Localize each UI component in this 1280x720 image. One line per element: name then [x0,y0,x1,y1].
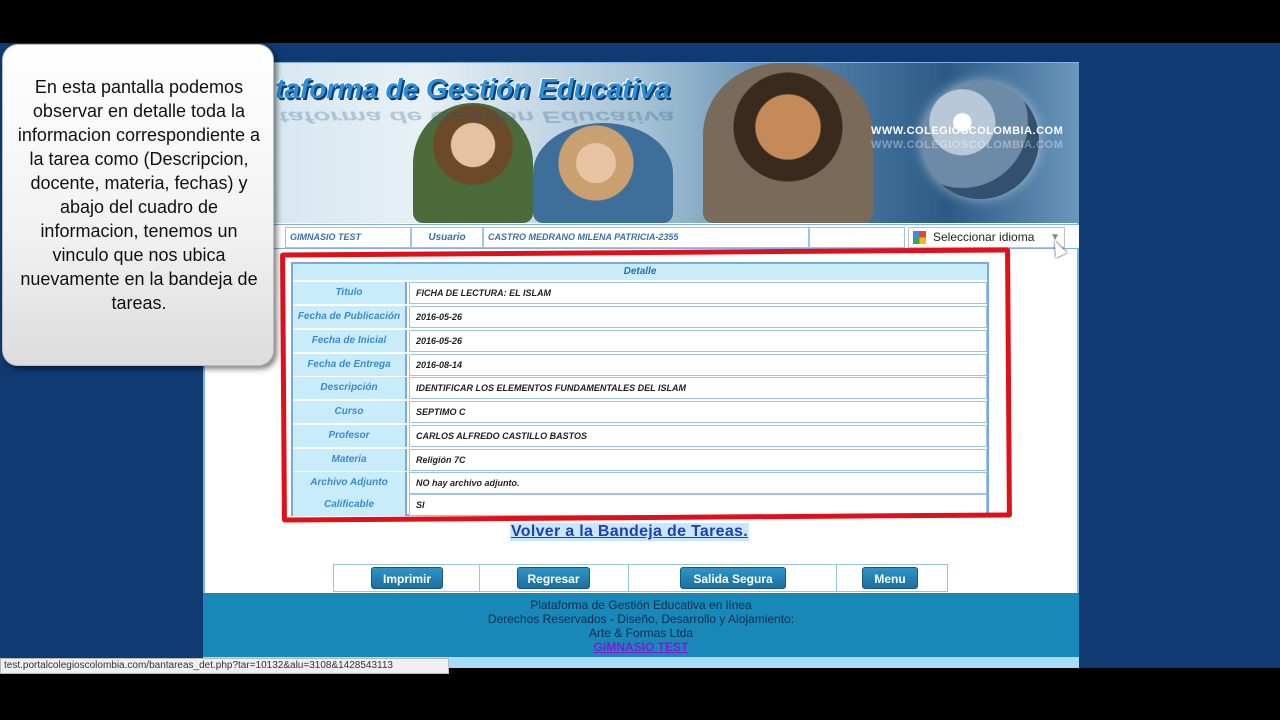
banner-website-reflection: WWW.COLEGIOSCOLOMBIA.COM [871,139,1064,151]
header-banner: taforma de Gestión Educativa taforma de … [203,63,1079,223]
user-info-bar: GIMNASIO TEST Usuario CASTRO MEDRANO MIL… [203,224,1079,249]
user-bar-spacer [809,227,905,248]
school-name: GIMNASIO TEST [285,227,411,248]
banner-photo-child-2 [533,123,673,223]
language-select[interactable]: Seleccionar idioma ▼ [908,227,1065,248]
user-name: CASTRO MEDRANO MILENA PATRICIA-2355 [483,227,809,248]
logout-button[interactable]: Salida Segura [680,567,786,589]
language-select-label: Seleccionar idioma [933,230,1035,244]
print-button[interactable]: Imprimir [371,567,443,589]
button-cell: Imprimir [334,565,480,591]
button-cell: Salida Segura [629,565,837,591]
callout-text: En esta pantalla podemos observar en det… [17,77,261,313]
banner-title-reflection: taforma de Gestión Educativa [279,108,675,127]
footer-line-2: Derechos Reservados - Diseño, Desarrollo… [487,612,795,626]
page-footer: Plataforma de Gestión Educativa en línea… [203,593,1079,657]
highlight-annotation-box [280,247,1012,523]
google-translate-icon [913,231,926,244]
user-label: Usuario [411,227,483,248]
footer-line-1: Plataforma de Gestión Educativa en línea [530,598,752,612]
footer-line-3: Arte & Formas Ltda [588,626,694,640]
button-cell: Menu [837,565,947,591]
button-cell: Regresar [480,565,629,591]
banner-photo-child-3 [703,63,873,223]
banner-title: taforma de Gestión Educativa [275,73,671,104]
banner-website: WWW.COLEGIOSCOLOMBIA.COM [871,125,1064,137]
video-letterbox-bottom [0,668,1280,720]
back-to-task-tray-link[interactable]: Volver a la Bandeja de Tareas. [510,523,749,541]
action-button-bar: Imprimir Regresar Salida Segura Menu [333,564,948,592]
video-letterbox-top [0,0,1280,43]
back-button[interactable]: Regresar [517,567,590,589]
footer-school-link[interactable]: GIMNASIO TEST [203,640,1079,654]
tutorial-callout: En esta pantalla podemos observar en det… [2,44,274,366]
menu-button[interactable]: Menu [862,567,918,589]
browser-status-url: test.portalcolegioscolombia.com/bantarea… [0,658,449,674]
